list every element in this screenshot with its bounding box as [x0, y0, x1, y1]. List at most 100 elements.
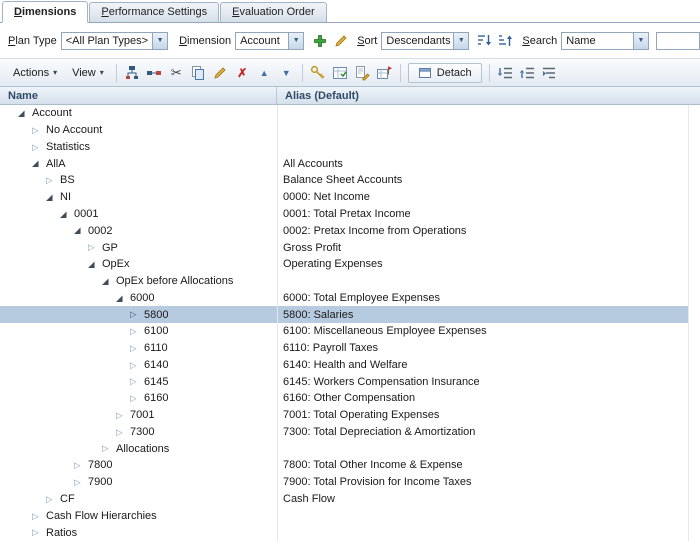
- expand-arrow-icon[interactable]: ▷: [32, 512, 46, 521]
- assign-access-icon[interactable]: [308, 62, 329, 83]
- tab-evaluation-order[interactable]: Evaluation Order: [220, 2, 327, 22]
- tree-row[interactable]: ◢ NI 0000: Net Income: [0, 189, 688, 206]
- expand-arrow-icon[interactable]: ▷: [102, 444, 116, 453]
- member-name[interactable]: 6110: [144, 342, 168, 354]
- expand-arrow-icon[interactable]: ▷: [32, 528, 46, 537]
- expand-arrow-icon[interactable]: ◢: [88, 260, 102, 269]
- tree-row[interactable]: ▷ No Account: [0, 122, 688, 139]
- plan-type-select[interactable]: <All Plan Types> ▼: [61, 32, 168, 50]
- member-name[interactable]: No Account: [46, 124, 102, 136]
- search-input[interactable]: [656, 32, 700, 50]
- expand-arrow-icon[interactable]: ◢: [60, 210, 74, 219]
- dimension-select[interactable]: Account ▼: [235, 32, 304, 50]
- expand-arrow-icon[interactable]: ▷: [130, 361, 144, 370]
- tree-row[interactable]: ▷ 7001 7001: Total Operating Expenses: [0, 407, 688, 424]
- expand-arrow-icon[interactable]: ▷: [46, 495, 60, 504]
- expand-arrow-icon[interactable]: ◢: [18, 109, 32, 118]
- member-name[interactable]: 7001: [130, 409, 154, 421]
- tree-row[interactable]: ▷ BS Balance Sheet Accounts: [0, 172, 688, 189]
- show-usage-icon[interactable]: [374, 62, 395, 83]
- tree-row[interactable]: ◢ OpEx before Allocations: [0, 273, 688, 290]
- add-sibling-icon[interactable]: [144, 62, 165, 83]
- member-name[interactable]: 6000: [130, 292, 154, 304]
- collapse-all-icon[interactable]: [517, 62, 538, 83]
- member-name[interactable]: Account: [32, 107, 72, 119]
- member-name[interactable]: OpEx: [102, 258, 130, 270]
- member-name[interactable]: 6100: [144, 325, 168, 337]
- member-name[interactable]: 7800: [88, 459, 112, 471]
- edit-formula-icon[interactable]: [352, 62, 373, 83]
- move-down-icon[interactable]: ▼: [276, 62, 297, 83]
- show-levels-icon[interactable]: [539, 62, 560, 83]
- member-name[interactable]: Statistics: [46, 141, 90, 153]
- add-child-icon[interactable]: [122, 62, 143, 83]
- tree-row[interactable]: ▷ 5800 5800: Salaries: [0, 306, 688, 323]
- member-name[interactable]: 6140: [144, 359, 168, 371]
- spreadsheet-icon[interactable]: [330, 62, 351, 83]
- tree-row[interactable]: ◢ OpEx Operating Expenses: [0, 256, 688, 273]
- member-name[interactable]: Cash Flow Hierarchies: [46, 510, 157, 522]
- move-up-icon[interactable]: ▲: [254, 62, 275, 83]
- sort-ascending-icon[interactable]: [495, 30, 516, 51]
- tree-row[interactable]: ▷ Allocations: [0, 440, 688, 457]
- member-name[interactable]: NI: [60, 191, 71, 203]
- member-name[interactable]: GP: [102, 242, 118, 254]
- member-name[interactable]: 5800: [144, 309, 168, 321]
- tree-row[interactable]: ▷ CF Cash Flow: [0, 491, 688, 508]
- tree-row[interactable]: ▷ GP Gross Profit: [0, 239, 688, 256]
- expand-arrow-icon[interactable]: ◢: [74, 226, 88, 235]
- cut-icon[interactable]: ✂: [166, 62, 187, 83]
- tree-row[interactable]: ◢ AllA All Accounts: [0, 155, 688, 172]
- tree-row[interactable]: ▷ Cash Flow Hierarchies: [0, 507, 688, 524]
- expand-all-icon[interactable]: [495, 62, 516, 83]
- tree-row[interactable]: ◢ 6000 6000: Total Employee Expenses: [0, 289, 688, 306]
- tree-row[interactable]: ◢ 0002 0002: Pretax Income from Operatio…: [0, 222, 688, 239]
- expand-arrow-icon[interactable]: ◢: [32, 159, 46, 168]
- member-name[interactable]: AllA: [46, 158, 66, 170]
- expand-arrow-icon[interactable]: ◢: [102, 277, 116, 286]
- expand-arrow-icon[interactable]: ◢: [46, 193, 60, 202]
- tree-row[interactable]: ▷ 7300 7300: Total Depreciation & Amorti…: [0, 424, 688, 441]
- expand-arrow-icon[interactable]: ▷: [130, 377, 144, 386]
- member-name[interactable]: 0001: [74, 208, 98, 220]
- member-name[interactable]: 6145: [144, 376, 168, 388]
- delete-icon[interactable]: ✗: [232, 62, 253, 83]
- expand-arrow-icon[interactable]: ▷: [88, 243, 102, 252]
- expand-arrow-icon[interactable]: ▷: [32, 143, 46, 152]
- tab-performance-settings[interactable]: Performance Settings: [89, 2, 219, 22]
- member-name[interactable]: BS: [60, 174, 75, 186]
- member-name[interactable]: 7900: [88, 476, 112, 488]
- expand-arrow-icon[interactable]: ▷: [130, 310, 144, 319]
- expand-arrow-icon[interactable]: ▷: [116, 428, 130, 437]
- tree-row[interactable]: ▷ 6100 6100: Miscellaneous Employee Expe…: [0, 323, 688, 340]
- detach-button[interactable]: Detach: [408, 63, 482, 83]
- vertical-scrollbar-track[interactable]: [688, 105, 700, 541]
- member-name[interactable]: Allocations: [116, 443, 169, 455]
- expand-arrow-icon[interactable]: ▷: [130, 394, 144, 403]
- tab-dimensions[interactable]: Dimensions: [2, 1, 88, 23]
- add-icon[interactable]: [309, 30, 330, 51]
- view-menu-button[interactable]: View ▾: [65, 64, 111, 82]
- expand-arrow-icon[interactable]: ▷: [130, 344, 144, 353]
- tree-row[interactable]: ▷ 7900 7900: Total Provision for Income …: [0, 474, 688, 491]
- edit-member-icon[interactable]: [210, 62, 231, 83]
- tree-row[interactable]: ▷ Ratios: [0, 524, 688, 541]
- edit-icon[interactable]: [330, 30, 351, 51]
- tree-row[interactable]: ▷ 6160 6160: Other Compensation: [0, 390, 688, 407]
- expand-arrow-icon[interactable]: ▷: [32, 126, 46, 135]
- member-name[interactable]: 7300: [130, 426, 154, 438]
- actions-menu-button[interactable]: Actions ▾: [6, 64, 64, 82]
- expand-arrow-icon[interactable]: ◢: [116, 294, 130, 303]
- tree-row[interactable]: ▷ 7800 7800: Total Other Income & Expens…: [0, 457, 688, 474]
- expand-arrow-icon[interactable]: ▷: [46, 176, 60, 185]
- column-header-alias[interactable]: Alias (Default): [277, 87, 700, 104]
- search-column-select[interactable]: Name ▼: [561, 32, 649, 50]
- member-name[interactable]: 0002: [88, 225, 112, 237]
- expand-arrow-icon[interactable]: ▷: [130, 327, 144, 336]
- expand-arrow-icon[interactable]: ▷: [74, 478, 88, 487]
- tree-row[interactable]: ▷ 6140 6140: Health and Welfare: [0, 356, 688, 373]
- member-name[interactable]: OpEx before Allocations: [116, 275, 233, 287]
- expand-arrow-icon[interactable]: ▷: [116, 411, 130, 420]
- tree-row[interactable]: ◢ Account: [0, 105, 688, 122]
- tree-row[interactable]: ▷ Statistics: [0, 139, 688, 156]
